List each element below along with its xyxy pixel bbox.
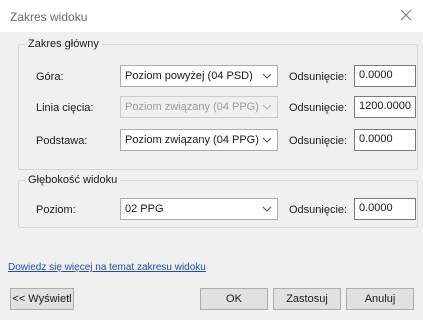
view-depth-legend: Głębokość widoku (28, 174, 118, 186)
view-depth-level-select[interactable]: 02 PPG (120, 198, 278, 220)
bottom-label: Podstawa: (36, 135, 88, 147)
view-depth-offset-label: Odsunięcie: (289, 204, 348, 216)
apply-button[interactable]: Zastosuj (273, 288, 341, 310)
dialog-panel: Zakres główny Góra: Poziom powyżej (04 P… (0, 32, 423, 272)
top-offset-label: Odsunięcie: (289, 71, 348, 83)
top-level-select[interactable]: Poziom powyżej (04 PSD) (120, 65, 278, 87)
bottom-level-value: Poziom związany (04 PPG) (125, 134, 259, 146)
top-level-value: Poziom powyżej (04 PSD) (125, 70, 253, 82)
chevron-down-icon (262, 137, 272, 143)
show-preview-button[interactable]: << Wyświetl (10, 288, 74, 310)
close-icon[interactable] (399, 8, 413, 22)
bottom-offset-label: Odsunięcie: (289, 135, 348, 147)
title-bar: Zakres widoku (0, 0, 423, 32)
button-bar: << Wyświetl OK Zastosuj Anuluj (0, 272, 423, 320)
primary-range-legend: Zakres główny (28, 38, 99, 50)
cut-plane-level-select: Poziom związany (04 PPG) (120, 96, 278, 118)
cut-plane-offset-input[interactable]: 1200.0000 (354, 96, 416, 118)
dialog-title: Zakres widoku (10, 10, 88, 24)
chevron-down-icon (262, 73, 272, 79)
view-depth-level-label: Poziom: (36, 204, 76, 216)
top-label: Góra: (36, 71, 64, 83)
ok-button[interactable]: OK (200, 288, 268, 310)
cancel-button[interactable]: Anuluj (346, 288, 414, 310)
view-depth-offset-input[interactable]: 0.0000 (354, 198, 416, 220)
cut-plane-label: Linia cięcia: (36, 102, 94, 114)
top-offset-input[interactable]: 0.0000 (354, 65, 416, 87)
chevron-down-icon (262, 104, 272, 110)
chevron-down-icon (262, 206, 272, 212)
view-depth-level-value: 02 PPG (125, 203, 164, 215)
bottom-offset-input[interactable]: 0.0000 (354, 129, 416, 151)
cut-plane-offset-label: Odsunięcie: (289, 102, 348, 114)
cut-plane-level-value: Poziom związany (04 PPG) (125, 101, 259, 113)
bottom-level-select[interactable]: Poziom związany (04 PPG) (120, 129, 278, 151)
